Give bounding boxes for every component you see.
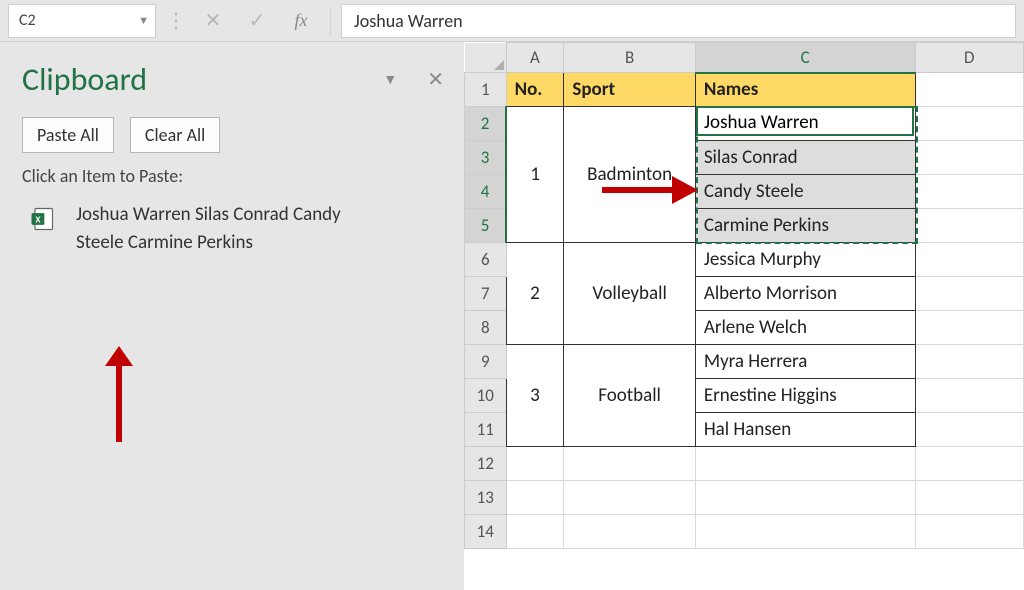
chevron-down-icon[interactable]: ▼ [138, 14, 149, 27]
annotation-arrow-right-icon [594, 170, 704, 210]
cell-no[interactable]: 1 [506, 107, 564, 243]
cell-name[interactable]: Candy Steele [695, 175, 915, 209]
worksheet-table: A B C D 1 No. Sport Names 2 1 Badminton … [464, 42, 1024, 549]
formula-bar: C2 ▼ ⋮ ✕ ✓ fx Joshua Warren [0, 0, 1024, 42]
clipboard-pane: Clipboard ▼ ✕ Paste All Clear All Click … [0, 42, 464, 590]
row-header[interactable]: 2 [465, 107, 507, 141]
close-icon[interactable]: ✕ [427, 67, 444, 92]
empty-cell[interactable] [915, 379, 1023, 413]
clipboard-header-controls: ▼ ✕ [383, 67, 444, 92]
empty-cell[interactable] [564, 481, 695, 515]
row-header[interactable]: 10 [465, 379, 507, 413]
row-header[interactable]: 13 [465, 481, 507, 515]
empty-cell[interactable] [915, 413, 1023, 447]
empty-cell[interactable] [695, 515, 915, 549]
pane-options-icon[interactable]: ▼ [383, 71, 397, 88]
row-header[interactable]: 5 [465, 209, 507, 243]
empty-cell[interactable] [915, 515, 1023, 549]
clear-all-button[interactable]: Clear All [130, 117, 220, 153]
cell-name[interactable]: Arlene Welch [695, 311, 915, 345]
row-header[interactable]: 4 [465, 175, 507, 209]
empty-cell[interactable] [915, 73, 1023, 107]
paste-all-button[interactable]: Paste All [22, 117, 114, 153]
empty-cell[interactable] [915, 481, 1023, 515]
formula-value: Joshua Warren [354, 10, 463, 32]
empty-cell[interactable] [915, 447, 1023, 481]
header-cell-sport[interactable]: Sport [564, 73, 695, 107]
row-header[interactable]: 6 [465, 243, 507, 277]
empty-cell[interactable] [695, 481, 915, 515]
annotation-arrow-up-icon [95, 342, 143, 452]
fx-icon[interactable]: fx [282, 4, 320, 38]
empty-cell[interactable] [915, 175, 1023, 209]
svg-text:X: X [35, 214, 41, 226]
clipboard-prompt: Click an Item to Paste: [22, 165, 444, 187]
header-cell-names[interactable]: Names [695, 73, 915, 107]
cell-no[interactable]: 2 [506, 243, 564, 345]
cell-name[interactable]: Jessica Murphy [695, 243, 915, 277]
clipboard-buttons: Paste All Clear All [22, 117, 444, 153]
clipboard-item[interactable]: X Joshua Warren Silas Conrad Candy Steel… [22, 201, 444, 256]
empty-cell[interactable] [506, 515, 564, 549]
empty-cell[interactable] [695, 447, 915, 481]
spreadsheet-grid[interactable]: A B C D 1 No. Sport Names 2 1 Badminton … [464, 42, 1024, 590]
row-header[interactable]: 14 [465, 515, 507, 549]
row-header[interactable]: 12 [465, 447, 507, 481]
enter-icon[interactable]: ✓ [238, 4, 276, 38]
cell-name[interactable]: Alberto Morrison [695, 277, 915, 311]
empty-cell[interactable] [506, 447, 564, 481]
drag-handle-icon: ⋮ [162, 8, 188, 33]
name-box-value: C2 [19, 11, 36, 30]
clipboard-header: Clipboard ▼ ✕ [22, 60, 444, 99]
column-header-c[interactable]: C [695, 43, 915, 73]
cell-name[interactable]: Myra Herrera [695, 345, 915, 379]
empty-cell[interactable] [506, 481, 564, 515]
row-header[interactable]: 11 [465, 413, 507, 447]
cell-no[interactable]: 3 [506, 345, 564, 447]
excel-file-icon: X [28, 205, 56, 233]
cell-name[interactable]: Ernestine Higgins [695, 379, 915, 413]
empty-cell[interactable] [915, 311, 1023, 345]
header-cell-no[interactable]: No. [506, 73, 564, 107]
empty-cell[interactable] [915, 277, 1023, 311]
empty-cell[interactable] [915, 141, 1023, 175]
cell-name[interactable]: Hal Hansen [695, 413, 915, 447]
separator [330, 6, 331, 36]
cell-sport[interactable]: Volleyball [564, 243, 695, 345]
row-header[interactable]: 1 [465, 73, 507, 107]
column-header-a[interactable]: A [506, 43, 564, 73]
name-box[interactable]: C2 ▼ [8, 4, 156, 38]
cancel-icon[interactable]: ✕ [194, 4, 232, 38]
empty-cell[interactable] [915, 243, 1023, 277]
column-header-d[interactable]: D [915, 43, 1023, 73]
column-header-b[interactable]: B [564, 43, 695, 73]
formula-input[interactable]: Joshua Warren [341, 4, 1016, 38]
clipboard-title: Clipboard [22, 60, 147, 99]
cell-name[interactable]: Joshua Warren [695, 107, 915, 141]
row-header[interactable]: 7 [465, 277, 507, 311]
empty-cell[interactable] [564, 447, 695, 481]
cell-sport[interactable]: Football [564, 345, 695, 447]
select-all-corner[interactable] [465, 43, 507, 73]
cell-name[interactable]: Silas Conrad [695, 141, 915, 175]
clipboard-item-text: Joshua Warren Silas Conrad Candy Steele … [76, 201, 376, 256]
empty-cell[interactable] [915, 107, 1023, 141]
empty-cell[interactable] [915, 345, 1023, 379]
empty-cell[interactable] [915, 209, 1023, 243]
row-header[interactable]: 8 [465, 311, 507, 345]
cell-name[interactable]: Carmine Perkins [695, 209, 915, 243]
row-header[interactable]: 3 [465, 141, 507, 175]
empty-cell[interactable] [564, 515, 695, 549]
main-area: Clipboard ▼ ✕ Paste All Clear All Click … [0, 42, 1024, 590]
row-header[interactable]: 9 [465, 345, 507, 379]
